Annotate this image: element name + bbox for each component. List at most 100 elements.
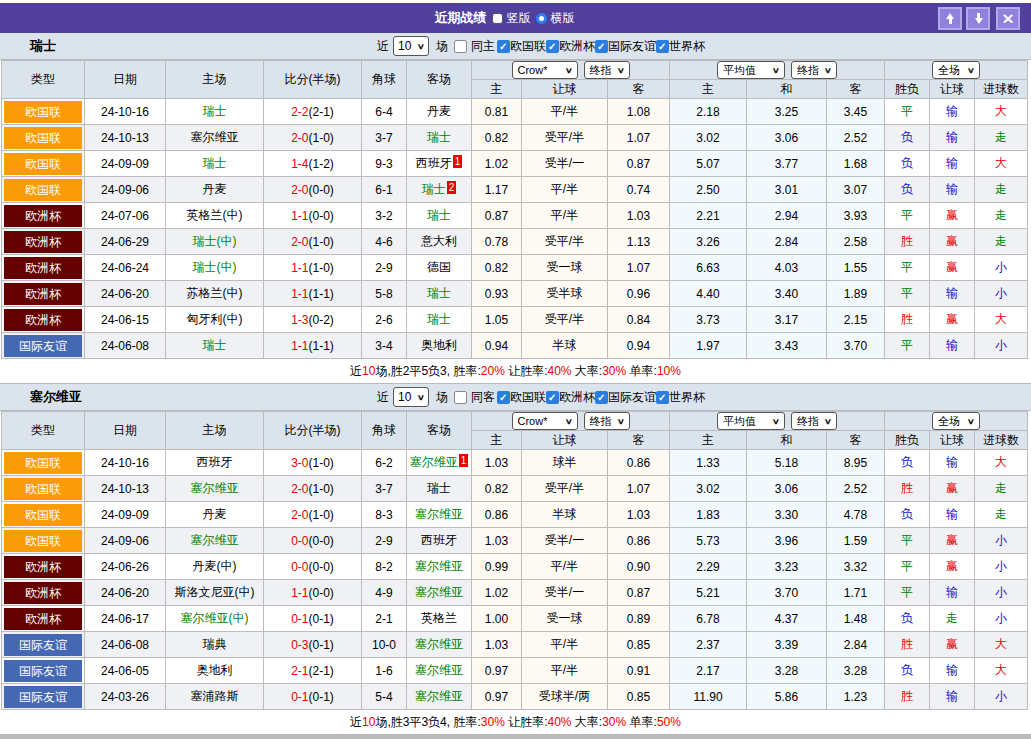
league-badge: 欧国联 [4, 478, 82, 500]
league-type-cell: 欧国联 [2, 151, 85, 177]
team-name[interactable]: 瑞士 [427, 481, 451, 495]
team-name[interactable]: 瑞士 [427, 208, 451, 222]
scope-select[interactable]: 全场∨ [932, 412, 980, 430]
team-name[interactable]: 瑞士(中) [193, 260, 237, 274]
fulltime-score[interactable]: 2-2 [291, 105, 308, 119]
team-name[interactable]: 塞尔维亚 [415, 585, 463, 599]
team-name[interactable]: 丹麦 [427, 104, 451, 118]
team-name[interactable]: 塞尔维亚 [191, 481, 239, 495]
team-name[interactable]: 意大利 [421, 234, 457, 248]
team-name[interactable]: 瑞士 [203, 338, 227, 352]
same-venue-checkbox[interactable] [454, 40, 467, 53]
fulltime-score[interactable]: 1-1 [291, 261, 308, 275]
team-name[interactable]: 塞尔维亚 [415, 663, 463, 677]
team-name[interactable]: 瑞典 [203, 637, 227, 651]
bookmaker-select[interactable]: Crow*∨ [512, 412, 578, 430]
avg-home-odds: 1.33 [670, 450, 747, 476]
move-up-button[interactable] [938, 7, 962, 30]
team-name[interactable]: 西班牙 [421, 533, 457, 547]
match-count-select[interactable]: 10∨ [393, 387, 429, 407]
fulltime-score[interactable]: 2-0 [291, 508, 308, 522]
final-odds-select[interactable]: 终指∨ [584, 412, 630, 430]
avg-odds-select[interactable]: 平均值∨ [717, 61, 785, 79]
team-name[interactable]: 塞尔维亚 [410, 455, 458, 469]
fulltime-score[interactable]: 0-1 [291, 690, 308, 704]
league-checkbox-2[interactable] [595, 391, 608, 404]
team-name[interactable]: 奥地利 [197, 663, 233, 677]
fulltime-score[interactable]: 0-0 [291, 560, 308, 574]
league-type-cell: 欧国联 [2, 450, 85, 476]
home-team: 瑞典 [166, 632, 264, 658]
team-name[interactable]: 塞浦路斯 [191, 689, 239, 703]
vertical-radio[interactable] [492, 13, 503, 24]
team-name[interactable]: 瑞士(中) [193, 234, 237, 248]
avg-away-odds: 1.48 [827, 606, 885, 632]
team-name[interactable]: 瑞士 [427, 286, 451, 300]
league-checkbox-0[interactable] [497, 40, 510, 53]
avg-draw-odds: 3.39 [747, 632, 827, 658]
team-name[interactable]: 塞尔维亚 [415, 559, 463, 573]
team-name[interactable]: 塞尔维亚 [415, 507, 463, 521]
avg-draw-odds: 3.06 [747, 125, 827, 151]
final-odds-select[interactable]: 终指∨ [584, 61, 630, 79]
league-checkbox-1[interactable] [546, 391, 559, 404]
match-count-select[interactable]: 10∨ [393, 36, 429, 56]
horizontal-radio-label[interactable]: 横版 [551, 10, 575, 27]
team-name[interactable]: 丹麦(中) [193, 559, 237, 573]
same-venue-checkbox[interactable] [454, 391, 467, 404]
team-name[interactable]: 奥地利 [421, 338, 457, 352]
team-name[interactable]: 西班牙 [416, 156, 452, 170]
team-name[interactable]: 瑞士 [203, 104, 227, 118]
team-name[interactable]: 瑞士 [422, 182, 446, 196]
final-odds-select-2[interactable]: 终指∨ [791, 61, 837, 79]
fulltime-score[interactable]: 2-0 [291, 482, 308, 496]
team-name[interactable]: 塞尔维亚 [191, 130, 239, 144]
fulltime-score[interactable]: 2-0 [291, 183, 308, 197]
team-name[interactable]: 塞尔维亚(中) [181, 611, 249, 625]
move-down-button[interactable] [966, 7, 990, 30]
fulltime-score[interactable]: 1-1 [291, 339, 308, 353]
league-checkbox-1[interactable] [546, 40, 559, 53]
match-row: 欧国联24-09-09瑞士1-4(1-2)9-3西班牙11.02受半/一0.87… [2, 151, 1028, 177]
team-name[interactable]: 瑞士 [427, 130, 451, 144]
team-name[interactable]: 英格兰 [421, 611, 457, 625]
team-name[interactable]: 西班牙 [197, 455, 233, 469]
fulltime-score[interactable]: 1-1 [291, 209, 308, 223]
team-name[interactable]: 苏格兰(中) [187, 286, 243, 300]
vertical-radio-label[interactable]: 竖版 [507, 10, 531, 27]
team-name[interactable]: 瑞士 [203, 156, 227, 170]
avg-odds-select[interactable]: 平均值∨ [717, 412, 785, 430]
fulltime-score[interactable]: 0-1 [291, 612, 308, 626]
team-name[interactable]: 德国 [427, 260, 451, 274]
team-name[interactable]: 丹麦 [203, 182, 227, 196]
away-team: 丹麦 [407, 99, 472, 125]
away-team: 西班牙1 [407, 151, 472, 177]
team-name[interactable]: 塞尔维亚 [415, 689, 463, 703]
fulltime-score[interactable]: 3-0 [291, 456, 308, 470]
fulltime-score[interactable]: 1-4 [291, 157, 308, 171]
team-name[interactable]: 塞尔维亚 [415, 637, 463, 651]
league-checkbox-3[interactable] [656, 391, 669, 404]
close-button[interactable]: ✕ [996, 7, 1020, 30]
team-name[interactable]: 瑞士 [427, 312, 451, 326]
final-odds-select-2[interactable]: 终指∨ [791, 412, 837, 430]
team-name[interactable]: 英格兰(中) [187, 208, 243, 222]
fulltime-score[interactable]: 2-0 [291, 235, 308, 249]
scope-select[interactable]: 全场∨ [932, 61, 980, 79]
league-checkbox-0[interactable] [497, 391, 510, 404]
fulltime-score[interactable]: 0-0 [291, 534, 308, 548]
fulltime-score[interactable]: 1-3 [291, 313, 308, 327]
fulltime-score[interactable]: 2-0 [291, 131, 308, 145]
team-name[interactable]: 塞尔维亚 [191, 533, 239, 547]
team-name[interactable]: 斯洛文尼亚(中) [175, 585, 255, 599]
team-name[interactable]: 匈牙利(中) [187, 312, 243, 326]
fulltime-score[interactable]: 2-1 [291, 664, 308, 678]
fulltime-score[interactable]: 1-1 [291, 586, 308, 600]
horizontal-radio[interactable] [536, 13, 547, 24]
team-name[interactable]: 丹麦 [203, 507, 227, 521]
league-checkbox-3[interactable] [656, 40, 669, 53]
bookmaker-select[interactable]: Crow*∨ [512, 61, 578, 79]
league-checkbox-2[interactable] [595, 40, 608, 53]
fulltime-score[interactable]: 0-3 [291, 638, 308, 652]
fulltime-score[interactable]: 1-1 [291, 287, 308, 301]
